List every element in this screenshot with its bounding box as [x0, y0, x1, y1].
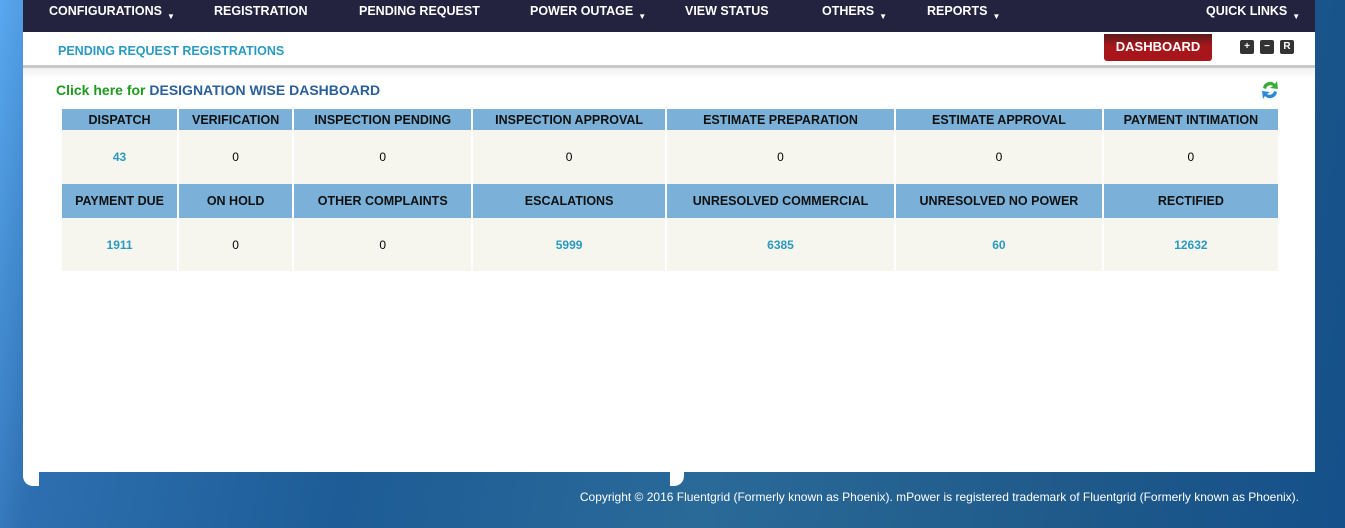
chevron-down-icon: ▼ — [1292, 12, 1301, 21]
count-cell[interactable]: 43 — [62, 130, 178, 184]
nav-label: REPORTS — [927, 4, 988, 18]
column-header: VERIFICATION — [179, 109, 293, 130]
header-row: DISPATCH VERIFICATION INSPECTION PENDING IN… — [62, 109, 1278, 130]
chevron-down-icon: ▼ — [992, 12, 1001, 21]
column-header: PAYMENT INTIMATION — [1103, 109, 1278, 130]
header-row: PAYMENT DUE ON HOLD OTHER COMPLAINTS ESCALA… — [62, 184, 1278, 218]
count-cell: 0 — [666, 130, 895, 184]
panel-corner — [670, 472, 684, 486]
nav-label: PENDING REQUEST — [359, 4, 480, 18]
zoom-out-button[interactable]: − — [1260, 40, 1274, 54]
column-header: PAYMENT DUE — [62, 184, 178, 218]
top-nav: CONFIGURATIONS ▼ REGISTRATION PENDING REQ… — [23, 0, 1315, 32]
count-cell[interactable]: 60 — [896, 218, 1102, 271]
count-cell: 0 — [294, 218, 472, 271]
dashboard-button[interactable]: DASHBOARD — [1104, 34, 1212, 61]
count-cell: 0 — [179, 130, 293, 184]
column-header: RECTIFIED — [1103, 184, 1278, 218]
nav-label: QUICK LINKS — [1206, 4, 1288, 18]
value-row: 1911 0 0 5999 6385 60 12632 — [62, 218, 1278, 271]
nav-reports[interactable]: REPORTS ▼ — [927, 4, 1000, 21]
chevron-down-icon: ▼ — [638, 12, 647, 21]
column-header: OTHER COMPLAINTS — [294, 184, 472, 218]
count-cell: 0 — [294, 130, 472, 184]
column-header: ESCALATIONS — [473, 184, 665, 218]
nav-registration[interactable]: REGISTRATION — [214, 4, 308, 18]
column-header: INSPECTION APPROVAL — [473, 109, 665, 130]
refresh-icon[interactable] — [1259, 79, 1281, 101]
nav-pending-request[interactable]: PENDING REQUEST — [359, 4, 480, 18]
link-prefix: Click here for — [56, 82, 146, 98]
page-title: PENDING REQUEST REGISTRATIONS — [58, 44, 285, 58]
column-header: UNRESOLVED NO POWER — [896, 184, 1102, 218]
count-cell: 0 — [473, 130, 665, 184]
footer-copyright: Copyright © 2016 Fluentgrid (Formerly kn… — [579, 490, 1299, 504]
count-cell: 0 — [896, 130, 1102, 184]
chevron-down-icon: ▼ — [879, 12, 888, 21]
status-table: DISPATCH VERIFICATION INSPECTION PENDING IN… — [60, 109, 1280, 271]
nav-label: POWER OUTAGE — [530, 4, 634, 18]
divider-shadow — [23, 68, 1315, 78]
column-header: INSPECTION PENDING — [294, 109, 472, 130]
column-header: ESTIMATE PREPARATION — [666, 109, 895, 130]
designation-dashboard-link[interactable]: Click here for DESIGNATION WISE DASHBOAR… — [56, 82, 380, 98]
count-cell[interactable]: 12632 — [1103, 218, 1278, 271]
column-header: ON HOLD — [179, 184, 293, 218]
zoom-in-button[interactable]: + — [1240, 40, 1254, 54]
panel-corner — [23, 472, 39, 486]
nav-label: CONFIGURATIONS — [49, 4, 162, 18]
count-cell[interactable]: 6385 — [666, 218, 895, 271]
nav-view-status[interactable]: VIEW STATUS — [685, 4, 769, 18]
column-header: ESTIMATE APPROVAL — [896, 109, 1102, 130]
column-header: UNRESOLVED COMMERCIAL — [666, 184, 895, 218]
count-cell: 0 — [1103, 130, 1278, 184]
nav-quick-links[interactable]: QUICK LINKS ▼ — [1206, 4, 1300, 21]
nav-power-outage[interactable]: POWER OUTAGE ▼ — [530, 4, 646, 21]
main-panel: PENDING REQUEST REGISTRATIONS DASHBOARD … — [23, 32, 1315, 472]
nav-label: OTHERS — [822, 4, 875, 18]
link-text: DESIGNATION WISE DASHBOARD — [149, 82, 381, 98]
reset-button[interactable]: R — [1280, 40, 1294, 54]
value-row: 43 0 0 0 0 0 0 — [62, 130, 1278, 184]
nav-configurations[interactable]: CONFIGURATIONS ▼ — [49, 4, 175, 21]
nav-others[interactable]: OTHERS ▼ — [822, 4, 887, 21]
nav-label: VIEW STATUS — [685, 4, 769, 18]
nav-label: REGISTRATION — [214, 4, 308, 18]
count-cell[interactable]: 5999 — [473, 218, 665, 271]
chevron-down-icon: ▼ — [166, 12, 175, 21]
count-cell[interactable]: 1911 — [62, 218, 178, 271]
column-header: DISPATCH — [62, 109, 178, 130]
count-cell: 0 — [179, 218, 293, 271]
